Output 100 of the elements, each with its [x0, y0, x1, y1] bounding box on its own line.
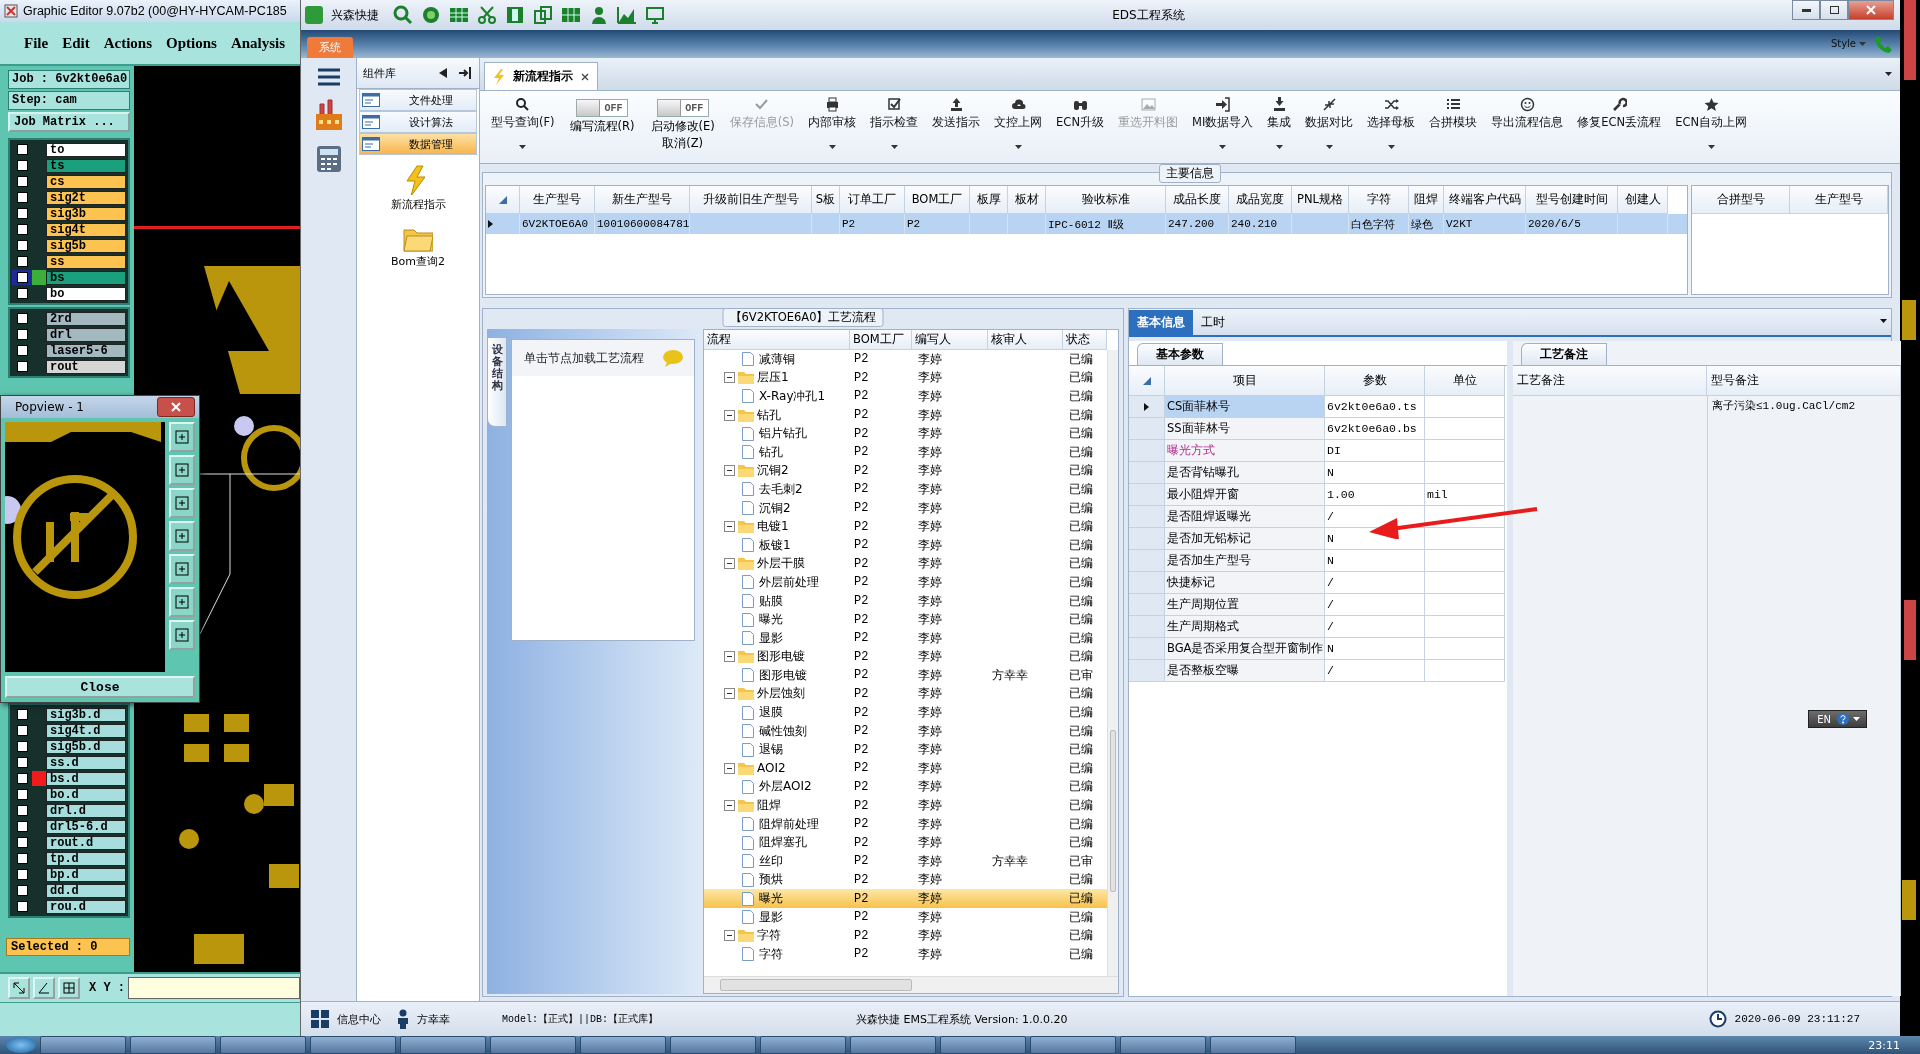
- tree-row[interactable]: 退锡 P2 李婷 已编: [704, 740, 1107, 760]
- tree-row[interactable]: 外层AOI2 P2 李婷 已编: [704, 777, 1107, 797]
- taskbar-button[interactable]: [310, 1036, 396, 1054]
- layer-name[interactable]: sig3b.d: [46, 707, 126, 722]
- taskbar-button[interactable]: [940, 1036, 1026, 1054]
- toolbar-button[interactable]: 导出流程信息: [1484, 91, 1571, 163]
- layer-name[interactable]: bs: [46, 270, 126, 285]
- tree-row[interactable]: 预烘 P2 李婷 已编: [704, 870, 1107, 890]
- tree-row[interactable]: 图形电镀 P2 李婷 方幸幸 已审: [704, 666, 1107, 685]
- collapse-icon[interactable]: [724, 762, 735, 774]
- toolbar-button[interactable]: 型号查询(F): [484, 91, 562, 163]
- menu-item[interactable]: Analysis: [230, 34, 286, 52]
- tree-row[interactable]: 显影 P2 李婷 已编: [704, 628, 1107, 648]
- view-tool-button[interactable]: [169, 587, 195, 617]
- taskbar-button[interactable]: [1210, 1036, 1296, 1054]
- layer-name[interactable]: dd.d: [46, 883, 126, 898]
- taskbar-button[interactable]: [400, 1036, 486, 1054]
- table-row[interactable]: 6V2KTOE6A0 10010600084781 P2 P2 IPC-6012 Ⅱ级 247.200 240.210 白色字符 绿色 V2KT 2020/6/5: [486, 214, 1687, 234]
- toolbar-button[interactable]: 选择母板: [1360, 91, 1423, 163]
- tree-row[interactable]: 板镀1 P2 李婷 已编: [704, 535, 1107, 555]
- layer-checkbox[interactable]: [16, 361, 28, 372]
- minimize-button[interactable]: [1792, 0, 1820, 20]
- layer-name[interactable]: bo.d: [46, 787, 126, 802]
- tree-row[interactable]: 阻焊前处理 P2 李婷 已编: [704, 814, 1107, 834]
- toolbar-button[interactable]: 数据对比: [1298, 91, 1361, 163]
- taskbar-button[interactable]: [220, 1036, 306, 1054]
- layer-checkbox[interactable]: [16, 313, 28, 324]
- start-button[interactable]: [6, 1037, 36, 1053]
- info-center-link[interactable]: 信息中心: [337, 1011, 381, 1027]
- grid-icon[interactable]: [561, 5, 581, 25]
- layer-name[interactable]: drl5-6.d: [46, 819, 126, 834]
- tab[interactable]: 工时: [1193, 310, 1233, 335]
- layer-checkbox[interactable]: [16, 837, 28, 848]
- toggle-switch[interactable]: OFF: [576, 99, 629, 117]
- taskbar-button[interactable]: [670, 1036, 756, 1054]
- layer-name[interactable]: ts: [46, 158, 126, 173]
- toolbar-button[interactable]: 合拼模块: [1422, 91, 1485, 163]
- tree-row[interactable]: 阻焊塞孔 P2 李婷 已编: [704, 833, 1107, 853]
- toolbar-button[interactable]: MI数据导入: [1185, 91, 1261, 163]
- layer-checkbox[interactable]: [16, 329, 28, 340]
- layer-checkbox[interactable]: [16, 256, 28, 267]
- taskbar-button[interactable]: [1120, 1036, 1206, 1054]
- tree-row[interactable]: 层压1 P2 李婷 已编: [704, 368, 1107, 388]
- layer-checkbox[interactable]: [16, 176, 28, 187]
- tree-row[interactable]: 图形电镀 P2 李婷 已编: [704, 647, 1107, 667]
- taskbar-button[interactable]: [580, 1036, 666, 1054]
- tree-row[interactable]: 字符 P2 李婷 已编: [704, 945, 1107, 964]
- toolbar-button[interactable]: 指示检查: [863, 91, 926, 163]
- section-tab[interactable]: 基本参数: [1137, 343, 1223, 365]
- collapse-icon[interactable]: [724, 800, 735, 812]
- taskbar-button[interactable]: [1030, 1036, 1116, 1054]
- layer-name[interactable]: sig4t: [46, 222, 126, 237]
- view-tool-button[interactable]: [169, 521, 195, 551]
- menu-item[interactable]: Actions: [103, 34, 152, 52]
- toolbar-button[interactable]: 文控上网: [987, 91, 1050, 163]
- tree-row[interactable]: 沉铜2 P2 李婷 已编: [704, 461, 1107, 481]
- person-icon[interactable]: [589, 5, 609, 25]
- layer-checkbox[interactable]: [16, 853, 28, 864]
- measure-tool-button[interactable]: [33, 977, 55, 999]
- layer-checkbox[interactable]: [16, 345, 28, 356]
- layer-name[interactable]: bs.d: [46, 771, 126, 786]
- layer-name[interactable]: to: [46, 142, 126, 157]
- view-tool-button[interactable]: [169, 488, 195, 518]
- toolbar-button[interactable]: 集成: [1260, 91, 1299, 163]
- close-button[interactable]: [157, 397, 195, 417]
- layer-checkbox[interactable]: [16, 869, 28, 880]
- layer-checkbox[interactable]: [16, 757, 28, 768]
- tree-row[interactable]: 退膜 P2 李婷 已编: [704, 703, 1107, 722]
- toolbar-button[interactable]: 修复ECN丢流程: [1570, 91, 1669, 163]
- tree-row[interactable]: 沉铜2 P2 李婷 已编: [704, 498, 1107, 518]
- table-icon[interactable]: [449, 5, 469, 25]
- layer-name[interactable]: rout: [46, 359, 126, 374]
- tab[interactable]: 基本信息: [1129, 310, 1193, 335]
- layer-name[interactable]: tp.d: [46, 851, 126, 866]
- layer-checkbox[interactable]: [16, 901, 28, 912]
- layer-name[interactable]: sig5b.d: [46, 739, 126, 754]
- tree-row[interactable]: 字符 P2 李婷 已编: [704, 926, 1107, 945]
- tree-row[interactable]: 丝印 P2 李婷 方幸幸 已审: [704, 852, 1107, 871]
- documents-icon[interactable]: [533, 5, 553, 25]
- menu-item[interactable]: Options: [166, 34, 217, 52]
- layer-name[interactable]: laser5-6: [46, 343, 126, 358]
- taskbar-button[interactable]: [490, 1036, 576, 1054]
- toolbar-button[interactable]: ECN自动上网: [1668, 91, 1755, 163]
- layer-name[interactable]: sig4t.d: [46, 723, 126, 738]
- layer-checkbox[interactable]: [16, 741, 28, 752]
- menu-icon[interactable]: [317, 68, 340, 86]
- layer-name[interactable]: ss: [46, 254, 126, 269]
- tree-row[interactable]: 外层前处理 P2 李婷 已编: [704, 573, 1107, 592]
- category-item[interactable]: 设计算法: [359, 111, 477, 133]
- layer-name[interactable]: rou.d: [46, 899, 126, 914]
- tree-row[interactable]: 钻孔 P2 李婷 已编: [704, 405, 1107, 425]
- layer-checkbox[interactable]: [16, 773, 28, 784]
- phone-icon[interactable]: [1874, 34, 1894, 54]
- maximize-button[interactable]: [1820, 0, 1848, 20]
- close-icon[interactable]: [581, 72, 589, 81]
- tree-row[interactable]: 铝片钻孔 P2 李婷 已编: [704, 424, 1107, 443]
- tree-row[interactable]: 减薄铜 P2 李婷 已编: [704, 350, 1107, 369]
- layer-checkbox[interactable]: [16, 789, 28, 800]
- tree-row[interactable]: X-Ray冲孔1 P2 李婷 已编: [704, 387, 1107, 406]
- layer-checkbox[interactable]: [16, 821, 28, 832]
